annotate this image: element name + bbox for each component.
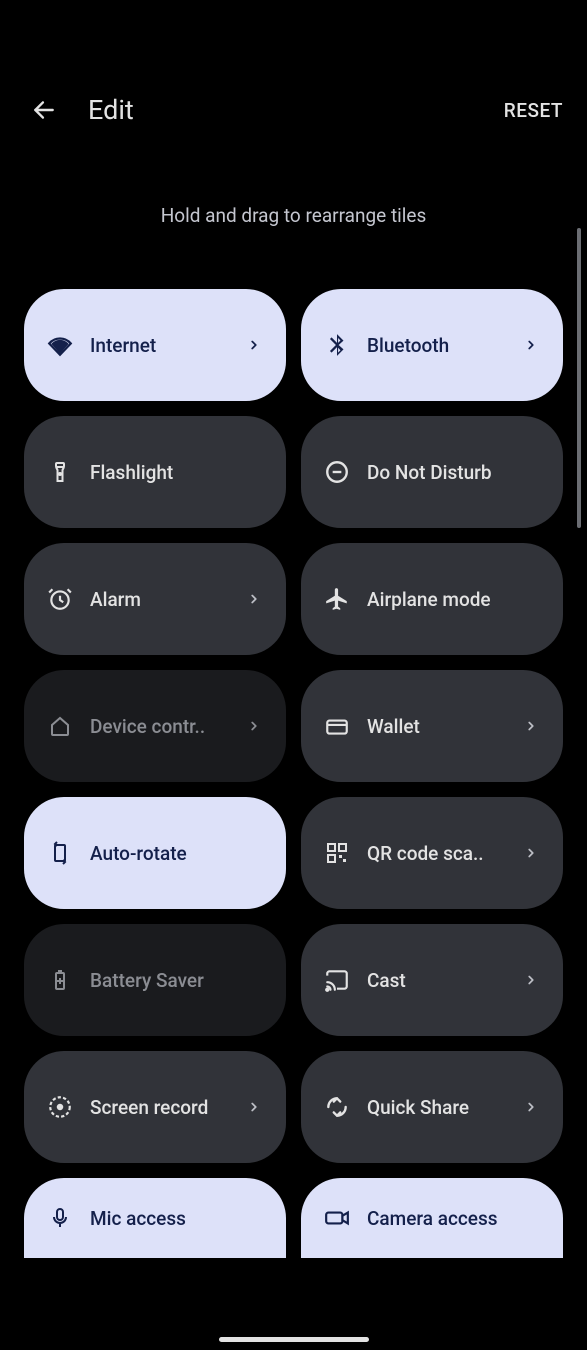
tile-camera-access[interactable]: Camera access [301, 1178, 563, 1258]
chevron-right-icon [521, 1097, 541, 1117]
wallet-icon [323, 712, 351, 740]
hint-text: Hold and drag to rearrange tiles [0, 204, 587, 227]
tile-bluetooth[interactable]: Bluetooth [301, 289, 563, 401]
tile-device-controls[interactable]: Device contr.. [24, 670, 286, 782]
scrollbar[interactable] [577, 228, 581, 528]
tile-label: Wallet [367, 715, 521, 738]
chevron-right-icon [244, 335, 264, 355]
tile-alarm[interactable]: Alarm [24, 543, 286, 655]
tile-flashlight[interactable]: Flashlight [24, 416, 286, 528]
battery-icon [46, 966, 74, 994]
back-button[interactable] [24, 90, 64, 130]
tile-auto-rotate[interactable]: Auto-rotate [24, 797, 286, 909]
wifi-icon [46, 331, 74, 359]
alarm-icon [46, 585, 74, 613]
tile-label: Internet [90, 334, 244, 357]
share-icon [323, 1093, 351, 1121]
tile-label: Camera access [367, 1207, 541, 1230]
tile-label: Alarm [90, 588, 244, 611]
tiles-grid: Internet Bluetooth Flashlight Do Not Dis… [0, 289, 587, 1258]
chevron-right-icon [521, 716, 541, 736]
mic-icon [46, 1204, 74, 1232]
tile-label: Bluetooth [367, 334, 521, 357]
tile-airplane[interactable]: Airplane mode [301, 543, 563, 655]
tile-wallet[interactable]: Wallet [301, 670, 563, 782]
tile-label: Do Not Disturb [367, 461, 541, 484]
tile-quick-share[interactable]: Quick Share [301, 1051, 563, 1163]
tile-screen-record[interactable]: Screen record [24, 1051, 286, 1163]
home-icon [46, 712, 74, 740]
tile-label: Screen record [90, 1096, 244, 1119]
tile-label: QR code sca.. [367, 842, 521, 865]
tile-label: Device contr.. [90, 715, 244, 738]
tile-qr-scan[interactable]: QR code sca.. [301, 797, 563, 909]
tile-label: Flashlight [90, 461, 264, 484]
bluetooth-icon [323, 331, 351, 359]
tile-label: Battery Saver [90, 969, 264, 992]
arrow-left-icon [31, 97, 57, 123]
chevron-right-icon [521, 970, 541, 990]
cast-icon [323, 966, 351, 994]
tile-label: Quick Share [367, 1096, 521, 1119]
reset-button[interactable]: RESET [504, 99, 563, 122]
chevron-right-icon [244, 1097, 264, 1117]
chevron-right-icon [521, 335, 541, 355]
tile-internet[interactable]: Internet [24, 289, 286, 401]
flashlight-icon [46, 458, 74, 486]
tile-dnd[interactable]: Do Not Disturb [301, 416, 563, 528]
camera-icon [323, 1204, 351, 1232]
tile-label: Mic access [90, 1207, 264, 1230]
airplane-icon [323, 585, 351, 613]
chevron-right-icon [521, 843, 541, 863]
tile-label: Cast [367, 969, 521, 992]
nav-handle[interactable] [219, 1337, 369, 1342]
tile-cast[interactable]: Cast [301, 924, 563, 1036]
tile-battery-saver[interactable]: Battery Saver [24, 924, 286, 1036]
rotate-icon [46, 839, 74, 867]
record-icon [46, 1093, 74, 1121]
qr-icon [323, 839, 351, 867]
dnd-icon [323, 458, 351, 486]
tile-label: Airplane mode [367, 588, 541, 611]
chevron-right-icon [244, 589, 264, 609]
page-title: Edit [88, 94, 504, 126]
tile-mic-access[interactable]: Mic access [24, 1178, 286, 1258]
header: Edit RESET [0, 78, 587, 142]
tile-label: Auto-rotate [90, 842, 264, 865]
chevron-right-icon [244, 716, 264, 736]
